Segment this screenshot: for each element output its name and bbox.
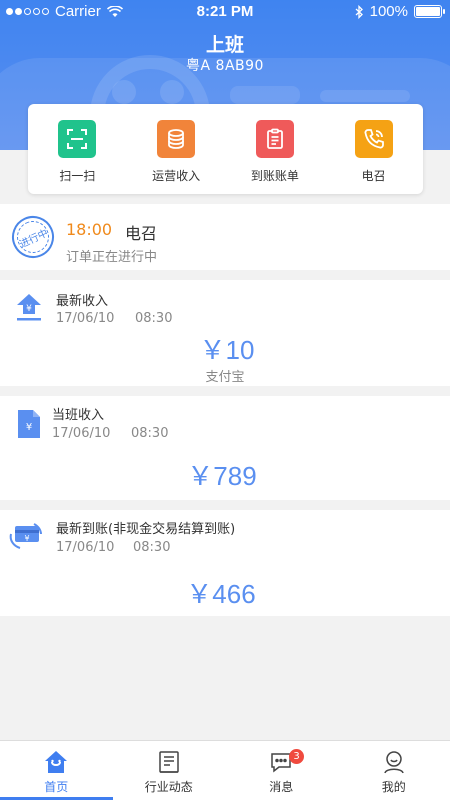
current-order-card[interactable]: 进行中 18:00 电召 订单正在进行中 [0, 204, 450, 270]
coins-icon [157, 120, 196, 158]
card-date: 17/06/10 [56, 540, 115, 555]
order-type: 电召 [125, 224, 158, 243]
quick-action-dispatch[interactable]: 电召 [324, 104, 423, 194]
home-icon [45, 751, 68, 773]
tab-messages[interactable]: 3 消息 [225, 741, 338, 800]
tab-home[interactable]: 首页 [0, 741, 113, 800]
card-title: 最新收入 [56, 294, 109, 309]
card-transfer-icon: ¥ [9, 523, 42, 549]
tab-label: 我的 [381, 780, 406, 794]
quick-action-income[interactable]: 运营收入 [127, 104, 226, 194]
shift-income-card[interactable]: ¥ 当班收入 17/06/10 08:30 ￥789 [0, 396, 450, 500]
svg-text:¥: ¥ [26, 422, 32, 433]
card-time: 08:30 [135, 311, 173, 326]
profile-icon [384, 751, 404, 774]
bluetooth-icon [355, 4, 363, 19]
clipboard-icon [255, 120, 294, 158]
tab-label: 消息 [269, 780, 294, 794]
payment-method: 支付宝 [205, 370, 245, 385]
vent-illustration [230, 86, 300, 104]
order-status: 订单正在进行中 [66, 250, 158, 265]
in-progress-stamp-icon: 进行中 [5, 209, 61, 265]
quick-action-scan[interactable]: 扫一扫 [28, 104, 127, 194]
quick-actions-card: 扫一扫 运营收入 到账账单 电召 [28, 104, 423, 194]
gauge-illustration [160, 80, 184, 104]
quick-action-label: 到账账单 [250, 169, 299, 183]
unread-badge: 3 [289, 749, 304, 764]
page-title: 上班 [205, 34, 244, 56]
latest-settlement-card[interactable]: ¥ 最新到账(非现金交易结算到账) 17/06/10 08:30 ￥466 [0, 510, 450, 616]
quick-action-label: 电召 [361, 169, 386, 183]
tab-profile[interactable]: 我的 [338, 741, 450, 800]
bottom-tab-bar: 首页 行业动态 3 消息 我的 [0, 740, 450, 800]
license-plate: 粤A 8AB90 [186, 58, 264, 74]
card-time: 08:30 [133, 540, 171, 555]
quick-action-bill[interactable]: 到账账单 [226, 104, 325, 194]
income-amount: ￥789 [187, 461, 257, 491]
card-date: 17/06/10 [56, 311, 115, 326]
vent-illustration [320, 90, 410, 102]
card-time: 08:30 [131, 426, 169, 441]
gauge-illustration [112, 80, 136, 104]
svg-text:¥: ¥ [24, 534, 29, 543]
order-time: 18:00 [66, 220, 113, 239]
tab-label: 行业动态 [144, 780, 193, 794]
status-bar: Carrier 8:21 PM 100% [0, 0, 450, 24]
battery-percent: 100% [369, 3, 408, 20]
svg-text:¥: ¥ [26, 304, 32, 314]
scan-icon [58, 120, 97, 158]
quick-action-label: 扫一扫 [59, 169, 96, 183]
settlement-amount: ￥466 [186, 579, 256, 609]
income-amount: ￥10 [199, 335, 255, 365]
battery-icon [414, 5, 445, 18]
tab-industry-news[interactable]: 行业动态 [113, 741, 226, 800]
news-icon [159, 751, 179, 773]
quick-action-label: 运营收入 [152, 169, 201, 183]
card-title: 当班收入 [52, 408, 105, 423]
card-title: 最新到账(非现金交易结算到账) [56, 522, 236, 537]
card-date: 17/06/10 [52, 426, 111, 441]
tab-label: 首页 [44, 780, 69, 794]
document-yuan-icon: ¥ [18, 410, 40, 438]
income-upload-icon: ¥ [17, 294, 41, 321]
latest-income-card[interactable]: ¥ 最新收入 17/06/10 08:30 ￥10 支付宝 [0, 280, 450, 386]
phone-icon [354, 120, 393, 158]
